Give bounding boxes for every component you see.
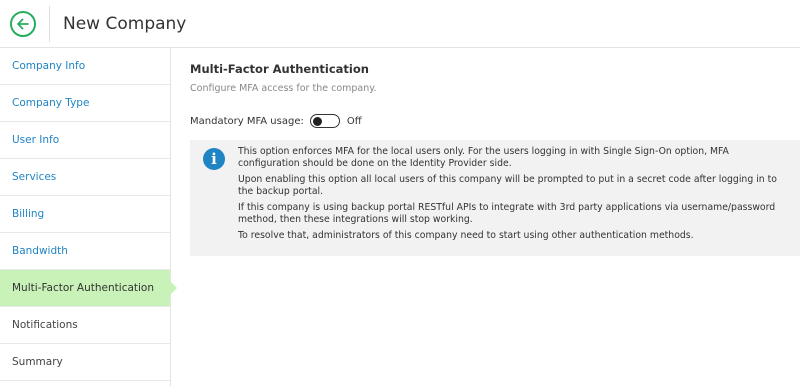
mfa-toggle-state: Off — [346, 115, 362, 127]
sidebar: Company Info Company Type User Info Serv… — [0, 48, 177, 386]
header-divider — [49, 6, 50, 42]
info-paragraph: If this company is using backup portal R… — [238, 202, 776, 225]
sidebar-item-billing[interactable]: Billing — [0, 196, 170, 233]
mfa-setting-row: Mandatory MFA usage: Off — [190, 113, 800, 129]
section-title: Multi-Factor Authentication — [190, 62, 369, 76]
page-title: New Company — [63, 14, 187, 34]
info-icon: i — [203, 148, 225, 170]
info-box: i This option enforces MFA for the local… — [190, 140, 800, 256]
back-button[interactable] — [10, 11, 36, 37]
header: New Company — [0, 0, 800, 48]
sidebar-item-company-info[interactable]: Company Info — [0, 48, 170, 85]
toggle-knob — [312, 116, 322, 126]
section-description: Configure MFA access for the company. — [190, 83, 377, 94]
info-paragraph: To resolve that, administrators of this … — [238, 230, 694, 241]
sidebar-item-user-info[interactable]: User Info — [0, 122, 170, 159]
mfa-toggle[interactable] — [309, 114, 340, 128]
info-paragraph: Upon enabling this option all local user… — [238, 174, 777, 197]
mfa-toggle-label: Mandatory MFA usage: — [190, 115, 304, 127]
sidebar-item-services[interactable]: Services — [0, 159, 170, 196]
sidebar-item-mfa[interactable]: Multi-Factor Authentication — [0, 270, 177, 307]
arrow-left-circle-icon — [17, 18, 29, 30]
info-paragraph: This option enforces MFA for the local u… — [238, 146, 729, 169]
main-content: Multi-Factor Authentication Configure MF… — [190, 60, 800, 256]
sidebar-item-company-type[interactable]: Company Type — [0, 85, 170, 122]
sidebar-item-summary[interactable]: Summary — [0, 344, 170, 381]
sidebar-item-notifications[interactable]: Notifications — [0, 307, 170, 344]
sidebar-item-bandwidth[interactable]: Bandwidth — [0, 233, 170, 270]
